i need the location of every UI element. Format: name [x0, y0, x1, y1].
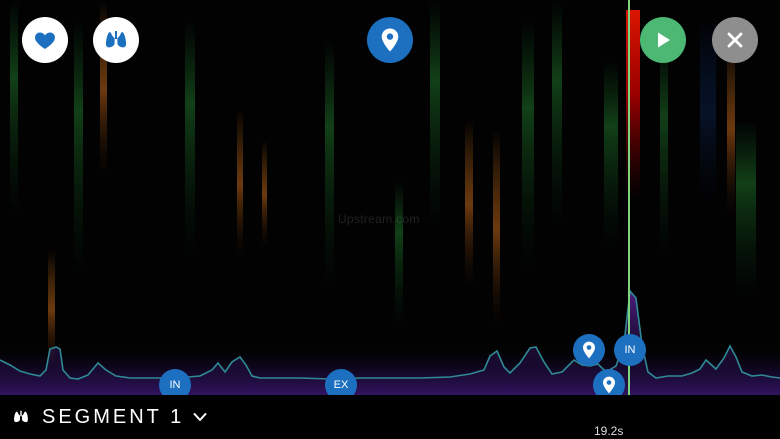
play-button[interactable] — [640, 17, 686, 63]
play-icon — [658, 32, 670, 48]
add-marker-button[interactable] — [367, 17, 413, 63]
heart-button[interactable] — [22, 17, 68, 63]
exhale-marker-label: EX — [333, 379, 349, 391]
segment-selector[interactable]: SEGMENT 1 — [12, 404, 208, 430]
watermark-text: Upstream.com — [338, 212, 420, 226]
heart-icon — [35, 32, 55, 49]
chevron-down-icon — [193, 413, 207, 421]
breathing-spectrogram-screen: Upstream.com IN EX IN SEGMENT 1 19.2s — [0, 0, 780, 439]
playhead-time: 19.2s — [594, 424, 624, 438]
map-pin-icon — [602, 376, 616, 394]
close-button[interactable] — [712, 17, 758, 63]
map-pin-icon — [381, 28, 399, 52]
close-icon — [727, 32, 743, 48]
segment-label: SEGMENT 1 — [42, 405, 185, 428]
inhale-marker-label: IN — [169, 379, 181, 391]
inhale-marker-label: IN — [624, 344, 636, 356]
lungs-icon — [14, 410, 28, 423]
inhale-marker[interactable]: IN — [614, 334, 646, 366]
playhead-line[interactable] — [628, 0, 630, 439]
lungs-button[interactable] — [93, 17, 139, 63]
map-pin-icon — [582, 341, 596, 359]
pin-marker[interactable] — [573, 334, 605, 366]
lungs-icon — [106, 31, 126, 48]
breath-waveform — [0, 291, 780, 397]
